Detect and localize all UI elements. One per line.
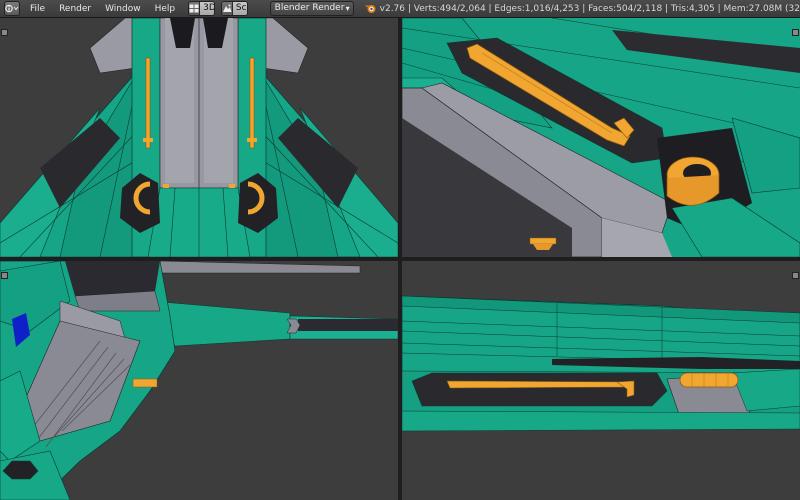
screen-layout-name[interactable]: 3D View Full xyxy=(200,2,214,15)
menu-file[interactable]: File xyxy=(20,4,52,14)
model-render-bottom-right xyxy=(402,295,800,432)
blender-logo-icon xyxy=(364,2,377,15)
viewport-corner-handle[interactable] xyxy=(1,29,8,36)
layout-grid-icon[interactable] xyxy=(189,2,201,15)
info-editor-icon[interactable] xyxy=(4,1,20,16)
info-header: File Render Window Help 3D View Full + ×… xyxy=(0,0,800,18)
model-render-bottom-left xyxy=(0,261,398,500)
model-render-top-left xyxy=(0,18,398,257)
scene-statistics: v2.76 | Verts:494/2,064 | Edges:1,016/4,… xyxy=(379,3,800,14)
scene-name[interactable]: Scene xyxy=(232,2,247,15)
menu-render[interactable]: Render xyxy=(52,4,98,14)
screen-layout-selector[interactable]: 3D View Full + × xyxy=(188,1,215,16)
viewport-bottom-right[interactable] xyxy=(402,261,800,500)
viewport-top-right[interactable] xyxy=(402,18,800,257)
viewport-corner-handle[interactable] xyxy=(792,272,799,279)
render-engine-dropdown[interactable]: Blender Render xyxy=(269,1,354,16)
scene-selector[interactable]: Scene + × xyxy=(220,1,248,16)
scene-icon[interactable] xyxy=(221,2,233,15)
model-render-top-right xyxy=(402,18,800,257)
viewport-top-left[interactable] xyxy=(0,18,398,257)
viewport-bottom-left[interactable] xyxy=(0,261,398,500)
viewport-corner-handle[interactable] xyxy=(792,29,799,36)
menu-window[interactable]: Window xyxy=(98,4,148,14)
menu-help[interactable]: Help xyxy=(148,4,183,14)
viewport-corner-handle[interactable] xyxy=(1,272,8,279)
